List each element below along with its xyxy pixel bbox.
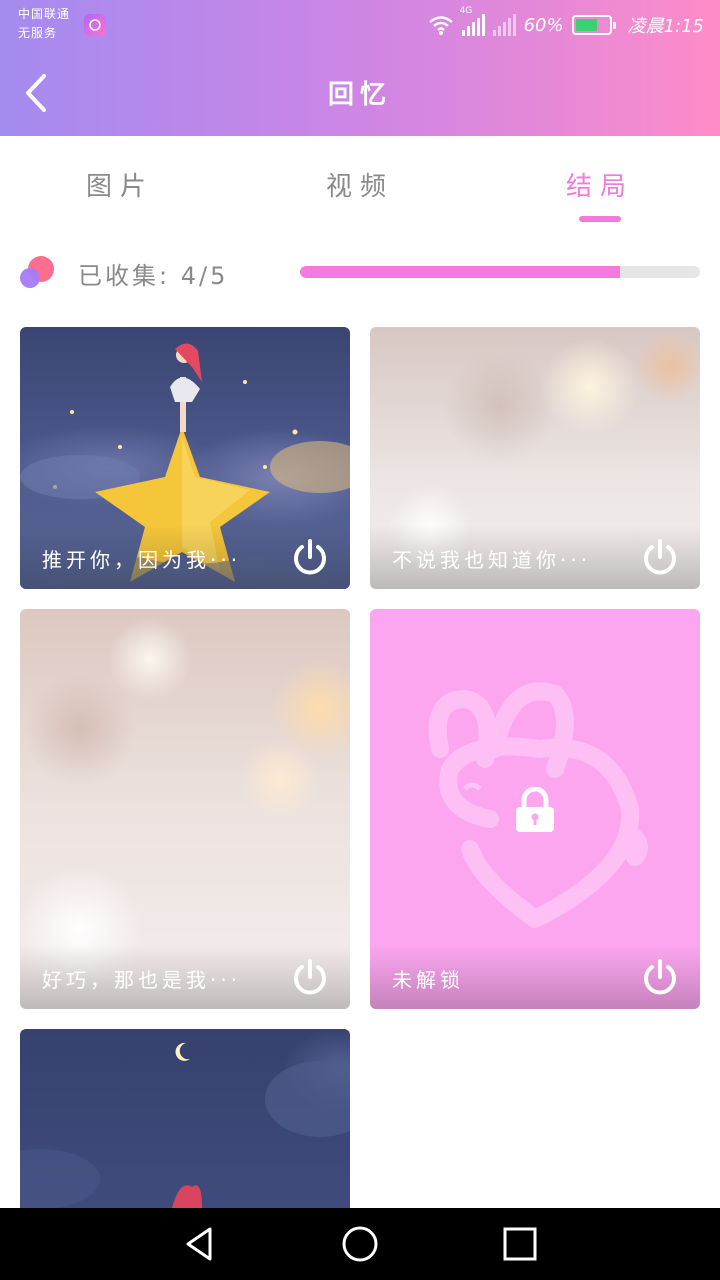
collection-progress: 已收集: 4/5: [0, 232, 720, 312]
status-bar: 中国联通 无服务 4G 60% 凌晨1:15: [0, 0, 720, 50]
battery-percent: 60%: [523, 14, 564, 36]
battery-icon: [571, 15, 616, 35]
power-icon[interactable]: [290, 537, 330, 577]
wifi-icon: [428, 16, 453, 35]
app-header: 中国联通 无服务 4G 60% 凌晨1:15 回忆: [0, 0, 720, 136]
tab-bar: 图片 视频 结局: [0, 136, 720, 232]
lock-icon: [516, 787, 554, 832]
card-caption: 未解锁: [392, 968, 464, 992]
signal-icon: 4G: [460, 6, 485, 36]
square-recents-icon[interactable]: [500, 1224, 540, 1264]
card-image: [20, 1029, 350, 1208]
card-caption: 不说我也知道你···: [392, 548, 592, 572]
ending-card-5[interactable]: [20, 1029, 350, 1208]
active-tab-indicator: [579, 216, 621, 222]
ending-card-1[interactable]: 推开你，因为我···: [20, 327, 350, 589]
app-notification-icon: [84, 14, 106, 36]
page-title: 回忆: [327, 80, 392, 110]
carrier-service: 无服务: [18, 26, 58, 40]
progress-bar: [300, 266, 700, 278]
power-icon[interactable]: [640, 537, 680, 577]
tab-endings[interactable]: 结局: [480, 166, 720, 203]
power-icon[interactable]: [290, 957, 330, 997]
status-indicators: 4G 60% 凌晨1:15: [428, 6, 704, 40]
circle-home-icon[interactable]: [340, 1224, 380, 1264]
network-type: 4G: [459, 6, 473, 16]
collected-count: 已收集: 4/5: [78, 262, 229, 290]
top-app-bar: 回忆: [0, 50, 720, 136]
collection-dots-icon: [20, 254, 60, 294]
triangle-back-icon[interactable]: [180, 1224, 220, 1264]
carrier-info: 中国联通 无服务: [18, 5, 70, 43]
tab-pictures[interactable]: 图片: [0, 166, 240, 203]
power-icon[interactable]: [640, 957, 680, 997]
night-sky-illustration: [20, 1042, 350, 1208]
card-caption: 好巧，那也是我···: [42, 968, 242, 992]
signal-no-service-icon: [492, 14, 516, 36]
system-navigation-bar: [0, 1208, 720, 1280]
carrier-name: 中国联通: [18, 7, 71, 21]
tab-videos[interactable]: 视频: [240, 166, 480, 203]
card-caption: 推开你，因为我···: [42, 548, 242, 572]
clock: 凌晨1:15: [627, 16, 704, 37]
ending-card-2[interactable]: 不说我也知道你···: [370, 327, 700, 589]
ending-card-4-locked[interactable]: 未解锁: [370, 609, 700, 1009]
ending-card-3[interactable]: 好巧，那也是我···: [20, 609, 350, 1009]
progress-bar-fill: [300, 266, 620, 278]
